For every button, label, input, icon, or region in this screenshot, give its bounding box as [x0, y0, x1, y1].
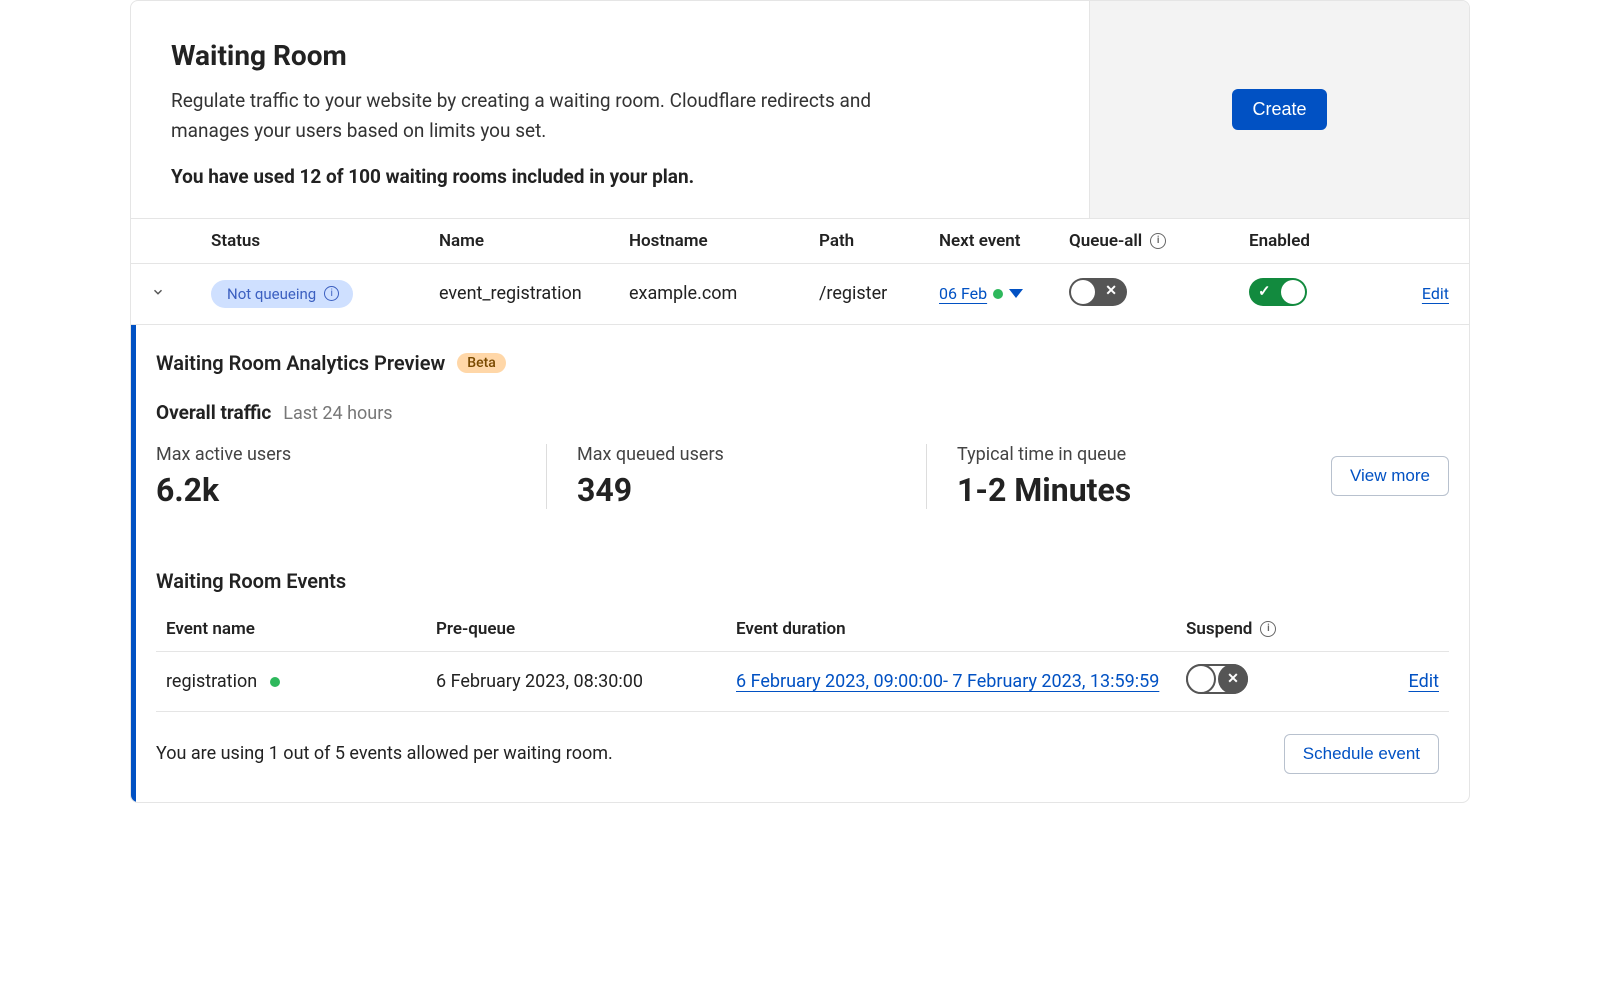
- schedule-event-button[interactable]: Schedule event: [1284, 734, 1439, 774]
- col-status: Status: [171, 231, 431, 251]
- events-footer: You are using 1 out of 5 events allowed …: [156, 712, 1449, 784]
- metric-value: 1-2 Minutes: [957, 471, 1291, 509]
- ev-col-duration: Event duration: [736, 619, 1186, 639]
- room-name: event_registration: [431, 283, 621, 304]
- col-path: Path: [811, 231, 931, 251]
- metric-max-active: Max active users 6.2k: [156, 444, 546, 509]
- ev-col-suspend: Suspend i: [1186, 619, 1366, 639]
- col-next-event: Next event: [931, 231, 1061, 251]
- info-icon[interactable]: i: [324, 286, 339, 301]
- page-title: Waiting Room: [171, 39, 1049, 72]
- edit-room-link[interactable]: Edit: [1422, 284, 1449, 303]
- status-dot-icon: [993, 289, 1003, 299]
- room-expanded-panel: Waiting Room Analytics Preview Beta Over…: [131, 325, 1469, 802]
- ev-col-suspend-label: Suspend: [1186, 619, 1252, 639]
- room-hostname: example.com: [621, 283, 811, 304]
- beta-badge: Beta: [457, 353, 506, 373]
- metric-label: Max active users: [156, 444, 506, 465]
- create-button[interactable]: Create: [1232, 89, 1326, 130]
- event-name-cell: registration: [156, 671, 436, 692]
- metric-label: Max queued users: [577, 444, 886, 465]
- info-icon[interactable]: i: [1150, 233, 1166, 249]
- usage-text: You have used 12 of 100 waiting rooms in…: [171, 165, 1049, 188]
- metric-label: Typical time in queue: [957, 444, 1291, 465]
- ev-col-name: Event name: [156, 619, 436, 639]
- page-description: Regulate traffic to your website by crea…: [171, 86, 931, 147]
- metric-typical-time: Typical time in queue 1-2 Minutes: [926, 444, 1331, 509]
- rooms-table-header: Status Name Hostname Path Next event Que…: [131, 218, 1469, 264]
- col-name: Name: [431, 231, 621, 251]
- events-title: Waiting Room Events: [156, 569, 1449, 593]
- overall-range: Last 24 hours: [283, 403, 392, 424]
- suspend-toggle[interactable]: ✕: [1186, 664, 1248, 694]
- overall-label: Overall traffic: [156, 401, 271, 424]
- status-label: Not queueing: [227, 285, 316, 303]
- analytics-title-text: Waiting Room Analytics Preview: [156, 351, 445, 375]
- chevron-down-icon[interactable]: [1009, 289, 1023, 298]
- enabled-toggle[interactable]: [1249, 278, 1307, 306]
- event-prequeue: 6 February 2023, 08:30:00: [436, 671, 736, 692]
- next-event-dropdown[interactable]: 06 Feb: [939, 284, 1023, 303]
- events-usage-text: You are using 1 out of 5 events allowed …: [156, 743, 613, 764]
- queue-all-toggle[interactable]: [1069, 278, 1127, 306]
- col-queue-all: Queue-all i: [1061, 231, 1241, 251]
- metric-value: 349: [577, 471, 886, 509]
- metrics-row: Max active users 6.2k Max queued users 3…: [156, 444, 1449, 509]
- metric-max-queued: Max queued users 349: [546, 444, 926, 509]
- info-icon[interactable]: i: [1260, 621, 1276, 637]
- header-left: Waiting Room Regulate traffic to your we…: [131, 1, 1089, 218]
- header: Waiting Room Regulate traffic to your we…: [131, 1, 1469, 218]
- edit-event-link[interactable]: Edit: [1409, 671, 1439, 692]
- overall-traffic-heading: Overall traffic Last 24 hours: [156, 401, 1449, 424]
- col-enabled: Enabled: [1241, 231, 1371, 251]
- rooms-table-row: Not queueing i event_registration exampl…: [131, 264, 1469, 325]
- events-table-row: registration 6 February 2023, 08:30:00 6…: [156, 652, 1449, 712]
- analytics-title: Waiting Room Analytics Preview Beta: [156, 351, 506, 375]
- event-name: registration: [166, 671, 257, 692]
- header-actions: Create: [1089, 1, 1469, 218]
- view-more-button[interactable]: View more: [1331, 456, 1449, 496]
- chevron-down-icon[interactable]: [151, 284, 165, 298]
- event-duration-link[interactable]: 6 February 2023, 09:00:00- 7 February 20…: [736, 671, 1159, 692]
- status-dot-icon: [270, 677, 280, 687]
- status-badge: Not queueing i: [211, 280, 353, 308]
- col-hostname: Hostname: [621, 231, 811, 251]
- waiting-room-card: Waiting Room Regulate traffic to your we…: [130, 0, 1470, 803]
- events-table-header: Event name Pre-queue Event duration Susp…: [156, 607, 1449, 652]
- next-event-link[interactable]: 06 Feb: [939, 284, 987, 303]
- room-path: /register: [811, 283, 931, 304]
- col-queue-all-label: Queue-all: [1069, 231, 1142, 251]
- ev-col-prequeue: Pre-queue: [436, 619, 736, 639]
- metric-value: 6.2k: [156, 471, 506, 509]
